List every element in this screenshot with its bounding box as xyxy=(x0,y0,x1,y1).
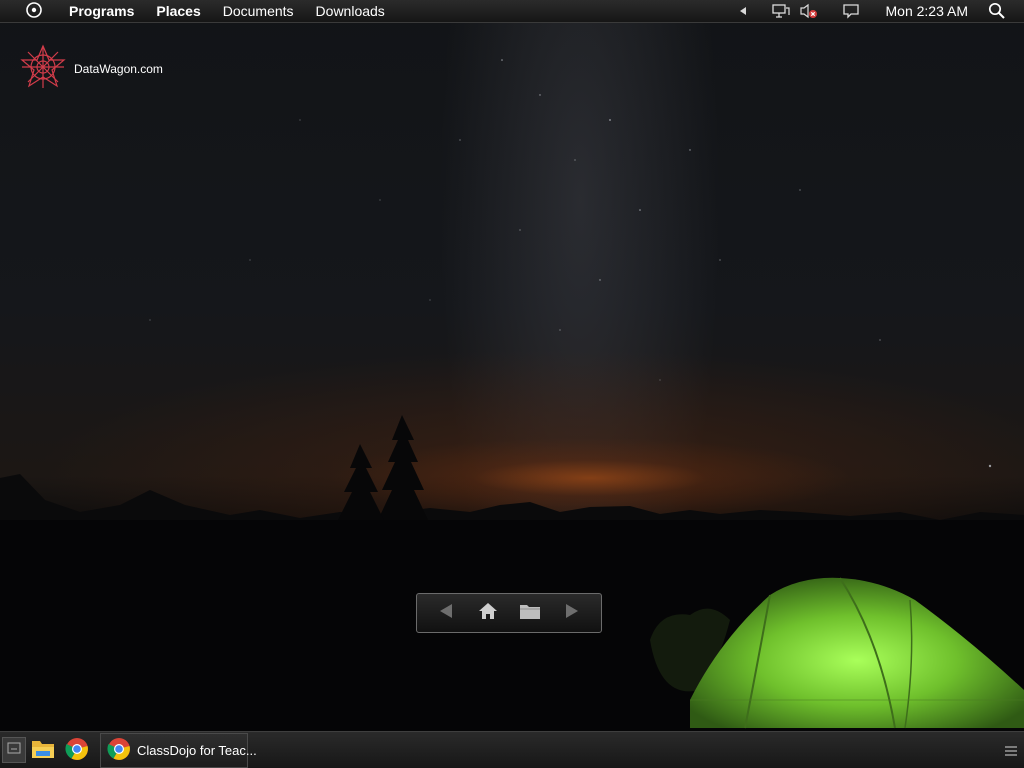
volume-muted-icon[interactable] xyxy=(799,3,818,19)
chrome-icon xyxy=(65,737,89,766)
menu-documents[interactable]: Documents xyxy=(223,3,294,19)
top-panel: Programs Places Documents Downloads Mon … xyxy=(0,0,1024,23)
quick-launch-chrome[interactable] xyxy=(64,737,90,766)
menu-downloads[interactable]: Downloads xyxy=(316,3,385,19)
quick-launch-file-manager[interactable] xyxy=(30,738,56,764)
desktop-icon-datawagon[interactable]: DataWagon.com xyxy=(20,44,163,93)
desktop-wallpaper xyxy=(0,0,1024,768)
search-icon[interactable] xyxy=(988,2,1006,20)
datawagon-logo-icon xyxy=(20,44,66,93)
network-icon[interactable] xyxy=(771,3,790,19)
file-navigation-widget xyxy=(416,593,602,633)
home-button[interactable] xyxy=(467,598,509,628)
taskbar-menu-icon[interactable] xyxy=(1004,744,1018,762)
system-tray: Mon 2:23 AM xyxy=(739,0,1024,22)
back-arrow-icon xyxy=(437,602,455,625)
file-manager-icon xyxy=(31,738,55,765)
desktop-screen: Programs Places Documents Downloads Mon … xyxy=(0,0,1024,768)
forward-arrow-icon xyxy=(563,602,581,625)
menu-programs[interactable]: Programs xyxy=(69,3,134,19)
clock[interactable]: Mon 2:23 AM xyxy=(886,3,969,19)
forward-button[interactable] xyxy=(551,598,593,628)
menu-places[interactable]: Places xyxy=(156,3,200,19)
main-menu-button[interactable] xyxy=(23,0,45,22)
home-icon xyxy=(478,601,498,626)
taskbar-task-label: ClassDojo for Teac... xyxy=(137,743,257,758)
chrome-icon xyxy=(107,737,131,764)
notification-icon[interactable] xyxy=(842,3,860,19)
taskbar-task-classdojo[interactable]: ClassDojo for Teac... xyxy=(100,733,257,768)
show-hidden-arrow-icon[interactable] xyxy=(739,7,746,15)
desktop-icon xyxy=(7,741,21,759)
desktop-icon-label: DataWagon.com xyxy=(74,61,163,76)
folder-button[interactable] xyxy=(509,598,551,628)
menu-circle-icon xyxy=(25,1,43,22)
show-desktop-button[interactable] xyxy=(2,737,26,763)
back-button[interactable] xyxy=(425,598,467,628)
folder-icon xyxy=(519,602,541,625)
taskbar: ClassDojo for Teac... xyxy=(0,731,1024,768)
